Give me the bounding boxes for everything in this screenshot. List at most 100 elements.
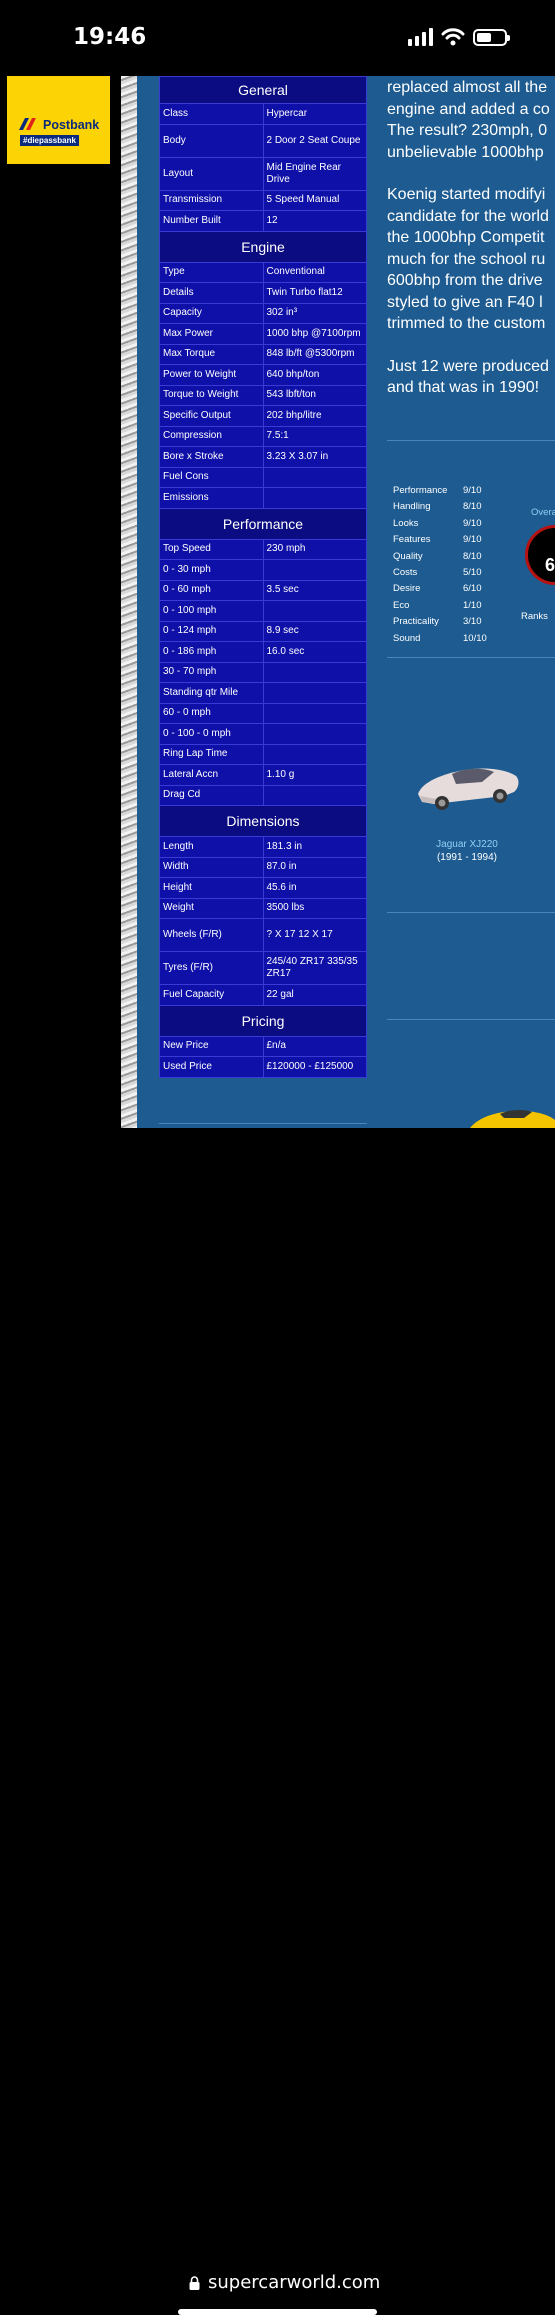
spec-label: Standing qtr Mile [159,682,264,704]
rating-label: Eco [393,599,410,611]
spec-value: Twin Turbo flat12 [262,282,367,304]
spec-row: New Price £n/a [159,1035,367,1057]
spec-row: Type Conventional [159,261,367,283]
spec-section-header: Dimensions [159,805,367,837]
spec-label: Transmission [159,189,264,211]
spec-row: Length 181.3 in [159,836,367,858]
spec-value: 181.3 in [262,836,367,858]
spec-value: 230 mph [262,538,367,560]
spec-row: Specific Output 202 bhp/litre [159,405,367,427]
rope-border [121,76,137,1128]
rating-row: Desire 6/10 [393,583,487,599]
spec-label: Body [159,123,264,158]
spec-row: Drag Cd [159,784,367,806]
spec-row: Body 2 Door 2 Seat Coupe [159,123,367,158]
article-line: The result? 230mph, 0 [387,122,548,139]
postbank-ad[interactable]: Postbank #diepassbank [7,76,110,164]
rating-label: Looks [393,517,419,529]
related-car-name[interactable]: Jaguar XJ220 [407,839,527,850]
article-line: unbelievable 1000bhp [387,143,544,161]
spec-row: Tyres (F/R) 245/40 ZR17 335/35 ZR17 [159,951,367,985]
rating-row: Features 9/10 [393,534,487,550]
spec-row: Ring Lap Time [159,743,367,765]
article-line: the 1000bhp Competit [387,229,545,246]
spec-row: Fuel Cons [159,466,367,488]
spec-label: 0 - 124 mph [159,620,264,642]
section-title: General [159,76,367,104]
yellow-car-image[interactable] [470,1106,555,1128]
spec-row: Class Hypercar [159,103,367,125]
rating-score: 9/10 [463,485,482,496]
spec-label: Max Torque [159,343,264,365]
spec-label: 0 - 186 mph [159,641,264,663]
status-icons [408,26,510,48]
home-indicator[interactable] [178,2309,377,2315]
rating-score: 5/10 [463,566,482,578]
spec-row: 0 - 186 mph 16.0 sec [159,641,367,663]
spec-section-header: Pricing [159,1004,367,1037]
rating-score: 3/10 [463,616,482,628]
cellular-signal-icon [408,28,433,46]
rating-label: Features [393,534,431,546]
spec-value [262,723,367,745]
url-text[interactable]: supercarworld.com [208,2272,380,2293]
section-divider [387,440,555,441]
spec-label: Used Price [159,1056,264,1078]
section-title: Dimensions [159,805,367,837]
spec-label: Torque to Weight [159,384,264,406]
section-title: Performance [159,507,367,540]
spec-row: Weight 3500 lbs [159,897,367,919]
spec-value: 3.5 sec [262,579,367,601]
rating-row: Sound 10/10 [393,633,487,649]
spec-row: Torque to Weight 543 lbft/ton [159,384,367,406]
lock-icon [189,2276,200,2290]
spec-row: Transmission 5 Speed Manual [159,189,367,211]
article-text: replaced almost all the engine and added … [387,77,555,399]
article-paragraph: Koenig started modifyi candidate for the … [387,184,555,335]
spec-value: 245/40 ZR17 335/35 ZR17 [262,951,367,985]
web-page: Postbank #diepassbank General Class Hyperc… [0,76,555,1128]
rating-label: Desire [393,583,421,595]
spec-value: ? X 17 12 X 17 [262,918,367,952]
spec-value [262,600,367,622]
ad-tagline: #diepassbank [20,135,79,146]
spec-label: Number Built [159,210,264,232]
table-footer-line [159,1123,367,1124]
spec-label: Fuel Cons [159,466,264,488]
spec-value [262,784,367,806]
spec-row: 0 - 100 mph [159,600,367,622]
spec-label: 0 - 100 - 0 mph [159,723,264,745]
rating-score: 8/10 [463,550,482,562]
spec-label: 0 - 100 mph [159,600,264,622]
article-line: engine and added a co [387,100,550,118]
browser-url-bar[interactable]: supercarworld.com [0,1128,555,2315]
spec-label: Lateral Accn [159,764,264,786]
spec-row: Standing qtr Mile [159,682,367,704]
article-line: candidate for the world [387,207,549,225]
spec-value: 5 Speed Manual [262,189,367,211]
rating-score: 10/10 [463,632,487,644]
spec-value: 302 in³ [262,302,367,324]
spec-value: 22 gal [262,984,367,1006]
spec-value: 45.6 in [262,877,367,899]
spec-label: Ring Lap Time [159,743,264,765]
specs-table: General Class Hypercar Body 2 Door 2 Seat Co… [159,76,367,1078]
spec-label: Class [159,103,264,125]
spec-row: Top Speed 230 mph [159,538,367,560]
spec-value: 1000 bhp @7100rpm [262,323,367,345]
spec-row: Height 45.6 in [159,877,367,899]
rating-row: Quality 8/10 [393,551,487,567]
spec-label: 30 - 70 mph [159,661,264,683]
spec-row: Lateral Accn 1.10 g [159,764,367,786]
spec-row: 0 - 30 mph [159,559,367,581]
spec-label: Bore x Stroke [159,446,264,468]
section-title: Pricing [159,1004,367,1037]
rating-score: 9/10 [463,517,482,529]
rating-row: Handling 8/10 [393,501,487,517]
spec-row: Width 87.0 in [159,856,367,878]
spec-value [262,682,367,704]
spec-value [262,661,367,683]
spec-value [262,702,367,724]
ratings-list: Performance 9/10 Handling 8/10 Looks 9/10 Feat… [393,485,487,649]
jaguar-xj220-image[interactable] [412,758,522,816]
